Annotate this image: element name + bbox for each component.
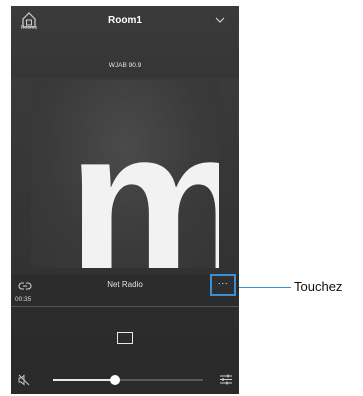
callout-label: Touchez bbox=[294, 279, 343, 294]
volume-fill bbox=[53, 379, 115, 381]
volume-slider[interactable] bbox=[53, 375, 203, 385]
album-art: m bbox=[31, 80, 219, 268]
album-art-logo: m bbox=[67, 92, 219, 268]
stop-button[interactable] bbox=[117, 332, 133, 344]
album-art-letter: m bbox=[67, 92, 219, 268]
home-label: Rooms bbox=[20, 25, 38, 31]
top-bar: Rooms Room1 bbox=[11, 6, 239, 34]
progress-divider bbox=[11, 306, 239, 307]
equalizer-icon[interactable] bbox=[219, 373, 233, 386]
mute-icon[interactable] bbox=[18, 374, 30, 386]
source-row: Net Radio ··· bbox=[11, 274, 239, 296]
source-label: Net Radio bbox=[107, 280, 143, 289]
link-icon[interactable] bbox=[18, 281, 32, 291]
station-name: WJAB 90.9 bbox=[108, 62, 142, 69]
room-title[interactable]: Room1 bbox=[75, 15, 175, 26]
elapsed-time: 00:35 bbox=[15, 296, 32, 303]
volume-thumb[interactable] bbox=[109, 375, 120, 385]
callout-line bbox=[239, 287, 291, 288]
app-screen: Rooms Room1 WJAB 90.9 m Net Radio ··· 00… bbox=[11, 6, 239, 394]
chevron-down-icon[interactable] bbox=[214, 14, 226, 26]
more-options-button[interactable]: ··· bbox=[210, 274, 236, 296]
